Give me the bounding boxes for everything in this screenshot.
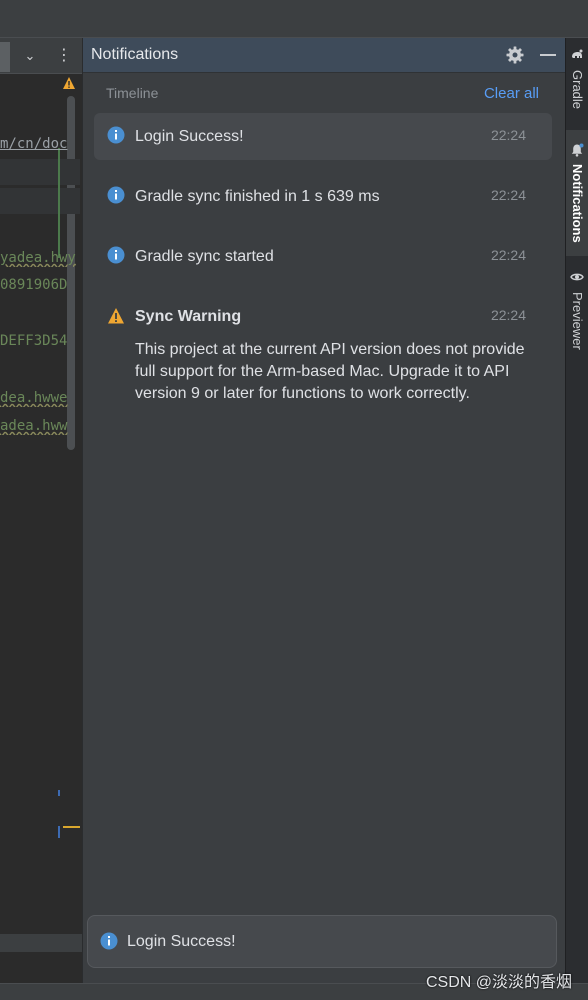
tabs-dropdown-chevron-icon[interactable]: ⌄ <box>20 44 40 68</box>
warning-icon <box>108 308 124 324</box>
notification-item[interactable]: Gradle sync started 22:24 <box>94 233 552 280</box>
tool-window-label: Notifications <box>570 164 585 243</box>
clear-all-link[interactable]: Clear all <box>484 85 539 102</box>
code-highlight-band <box>0 188 80 214</box>
code-line: 0891906D <box>0 277 68 293</box>
notification-title: Gradle sync finished in 1 s 639 ms <box>135 188 380 205</box>
notification-time: 22:24 <box>490 307 526 323</box>
gradle-elephant-icon <box>572 49 583 58</box>
editor-horizontal-scrollbar[interactable] <box>0 934 82 952</box>
change-marker <box>58 826 60 838</box>
notification-body: This project at the current API version … <box>135 341 525 402</box>
change-marker <box>58 790 60 796</box>
info-icon <box>107 126 125 144</box>
code-line: adea.hww <box>0 418 68 434</box>
notification-time: 22:24 <box>490 247 526 263</box>
window-top-strip <box>0 0 588 38</box>
code-line: m/cn/doc <box>0 136 68 152</box>
notification-item[interactable]: Gradle sync finished in 1 s 639 ms 22:24 <box>94 173 552 220</box>
notification-title: Sync Warning <box>135 308 242 325</box>
editor-tab-bar: ⌄ ⋮ <box>0 38 82 74</box>
notification-time: 22:24 <box>490 187 526 203</box>
tool-window-label: Previewer <box>570 292 585 350</box>
notification-time: 22:24 <box>490 127 526 143</box>
panel-title: Notifications <box>91 46 179 63</box>
code-editor[interactable]: ⌄ ⋮ m/cn/doc yadea.hwy 0891906D DEFF3D54… <box>0 38 82 983</box>
indent-guide <box>58 148 60 258</box>
panel-header: Notifications <box>83 38 566 73</box>
gear-icon[interactable] <box>506 46 524 64</box>
code-highlight-band <box>0 159 80 185</box>
code-line: dea.hwwe <box>0 390 68 406</box>
info-icon <box>100 932 118 950</box>
editor-tab-active[interactable] <box>0 42 10 72</box>
eye-icon <box>570 273 584 281</box>
warning-marker <box>63 826 80 828</box>
notification-item[interactable]: Sync Warning 22:24 This project at the c… <box>94 293 552 433</box>
warning-icon[interactable] <box>62 76 76 90</box>
tool-window-previewer[interactable]: Previewer <box>566 264 588 364</box>
info-icon <box>107 246 125 264</box>
notification-item[interactable]: Login Success! 22:24 <box>94 113 552 160</box>
code-line: yadea.hwy <box>0 250 76 266</box>
notifications-panel: Notifications Timeline Clear all Login S… <box>82 38 566 983</box>
bell-icon <box>571 143 584 157</box>
tool-window-label: Gradle <box>570 70 585 110</box>
timeline-label: Timeline <box>106 85 159 101</box>
tool-window-notifications[interactable]: Notifications <box>566 130 588 256</box>
info-icon <box>107 186 125 204</box>
code-line: DEFF3D54 <box>0 333 68 349</box>
tool-window-gradle[interactable]: Gradle <box>566 42 588 124</box>
watermark: CSDN @淡淡的香烟 <box>425 974 572 991</box>
editor-more-options-icon[interactable]: ⋮ <box>56 44 72 68</box>
minimize-icon[interactable] <box>540 54 556 56</box>
notification-title: Login Success! <box>135 128 244 145</box>
notification-title: Gradle sync started <box>135 248 274 265</box>
balloon-text: Login Success! <box>127 933 236 950</box>
right-tool-strip: Gradle Notifications Previewer <box>565 38 588 983</box>
notification-balloon[interactable]: Login Success! <box>87 915 557 968</box>
